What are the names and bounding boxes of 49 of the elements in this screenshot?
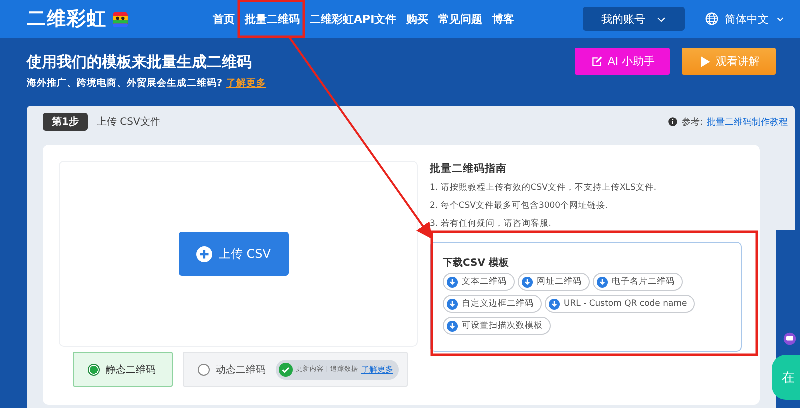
qr-type-option[interactable]: 静态二维码 — [73, 352, 173, 387]
globe-icon — [705, 12, 719, 26]
account-button[interactable]: 我的账号 — [583, 7, 685, 31]
reference-label: 参考: — [682, 116, 703, 128]
upload-csv-button[interactable]: 上传 CSV — [178, 232, 288, 276]
download-icon — [447, 276, 458, 288]
page-title: 使用我们的模板来批量生成二维码 — [27, 53, 253, 72]
learn-more-link[interactable]: 了解更多 — [226, 77, 267, 90]
template-download-chip[interactable]: 文本二维码 — [443, 273, 515, 291]
upload-drop-area[interactable]: 上传 CSV — [59, 161, 418, 347]
template-download-chip[interactable]: 自定义边框二维码 — [443, 295, 542, 313]
language-selector[interactable]: 简体中文 — [705, 12, 786, 26]
subtitle-text: 海外推广、跨境电商、外贸展会生成二维码? — [27, 77, 223, 90]
learn-more-link[interactable]: 了解更多 — [361, 364, 394, 375]
rainbow-logo-icon — [112, 10, 129, 28]
nav-link[interactable]: 二维彩虹API文件 — [309, 8, 398, 30]
guide-item: 2. 每个CSV文件最多可包含3000个网址链接. — [430, 200, 610, 212]
step-badge: 第1步 — [43, 113, 88, 131]
radio-button[interactable] — [88, 364, 100, 376]
guide-heading: 批量二维码指南 — [430, 162, 508, 176]
radio-button[interactable] — [198, 364, 210, 376]
download-icon — [522, 276, 533, 288]
check-circle-icon — [279, 362, 293, 376]
template-download-chip[interactable]: 电子名片二维码 — [593, 273, 683, 291]
download-icon — [549, 298, 560, 310]
guide-item: 1. 请按照教程上传有效的CSV文件，不支持上传XLS文件. — [430, 182, 658, 194]
download-icon — [447, 298, 458, 310]
template-download-chip[interactable]: 网址二维码 — [518, 273, 590, 291]
nav-link[interactable]: 博客 — [492, 8, 516, 30]
nav-link[interactable]: 首页 — [212, 8, 236, 30]
nav-link[interactable]: 批量二维码 — [244, 8, 301, 30]
info-icon — [668, 117, 678, 127]
nav-link[interactable]: 购买 — [406, 8, 430, 30]
nav-link[interactable]: 常见问题 — [438, 8, 484, 30]
edit-icon — [590, 54, 604, 68]
option-label: 静态二维码 — [106, 364, 156, 376]
logo-text[interactable]: 二维彩虹 — [27, 6, 107, 32]
tutorial-link[interactable]: 批量二维码制作教程 — [707, 116, 788, 128]
download-icon — [447, 320, 458, 332]
template-heading: 下载CSV 模板 — [443, 256, 510, 270]
ai-assistant-button[interactable]: AI 小助手 — [575, 48, 670, 75]
plus-circle-icon — [196, 246, 213, 262]
download-icon — [597, 276, 608, 288]
highlight-frame — [238, 0, 306, 38]
option-label: 动态二维码 — [216, 364, 266, 376]
guide-item: 3. 若有任何疑问，请咨询客服. — [430, 218, 553, 230]
template-download-chip[interactable]: URL - Custom QR code name — [545, 295, 696, 313]
template-download-chip[interactable]: 可设置扫描次数模板 — [443, 317, 551, 335]
step-title: 上传 CSV文件 — [96, 116, 160, 129]
